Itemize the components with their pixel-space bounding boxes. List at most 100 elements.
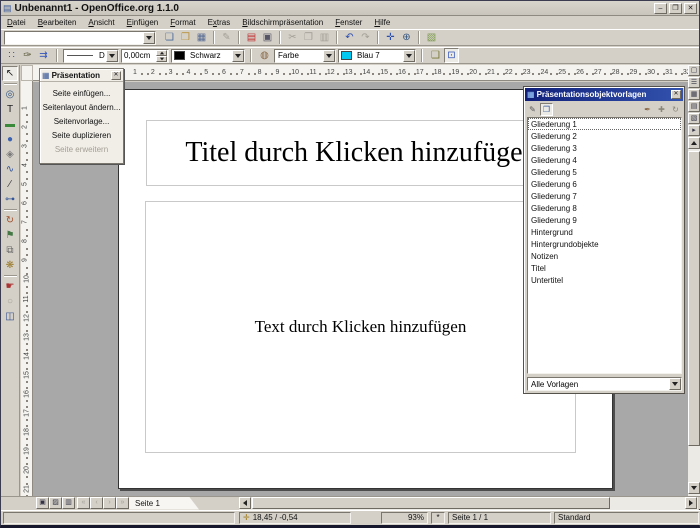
undo-icon[interactable]: ↶	[342, 30, 357, 45]
menu-item[interactable]: Datei	[1, 17, 32, 29]
line-dialog-icon[interactable]: ✑	[20, 48, 35, 63]
status-zoom-field[interactable]: 93%	[381, 512, 428, 524]
menu-item[interactable]: Fenster	[329, 17, 368, 29]
menu-item[interactable]: Bearbeiten	[32, 17, 83, 29]
arrow-heads-icon[interactable]: ⇉	[36, 48, 51, 63]
connector-icon[interactable]: ⊶	[2, 192, 18, 207]
line-style-select[interactable]: D	[63, 49, 119, 63]
fill-color-dropdown-button[interactable]	[403, 50, 415, 62]
style-list-item[interactable]: Gliederung 2	[528, 130, 681, 142]
line-width-stepper[interactable]	[121, 49, 169, 63]
edit-file-icon[interactable]: ✎	[219, 30, 234, 45]
rectangle-icon[interactable]: ▬	[2, 117, 18, 132]
redo-icon[interactable]: ↷	[358, 30, 373, 45]
previous-page-button[interactable]: ‹	[90, 497, 103, 509]
insert-slide-button[interactable]: Seite einfügen...	[40, 86, 123, 100]
styles-title-bar[interactable]: ▦ Präsentationsobjektvorlagen ✕	[525, 88, 683, 101]
cut-icon[interactable]: ✂	[285, 30, 300, 45]
minimize-button[interactable]: –	[654, 3, 667, 14]
spin-down-button[interactable]	[156, 56, 167, 62]
style-list-item[interactable]: Hintergrundobjekte	[528, 238, 681, 250]
update-style-icon[interactable]: ↻	[669, 103, 682, 116]
next-page-button[interactable]: ›	[103, 497, 116, 509]
vertical-ruler[interactable]: 123456789101112131415161718192021	[21, 81, 33, 496]
handout-view-button[interactable]: ▧	[688, 113, 700, 124]
last-page-button[interactable]: »	[116, 497, 129, 509]
fill-format-mode-icon[interactable]: ✒	[641, 103, 654, 116]
menu-item[interactable]: Ansicht	[82, 17, 120, 29]
fill-color-select[interactable]: Blau 7	[338, 49, 416, 63]
style-list-item[interactable]: Gliederung 6	[528, 178, 681, 190]
horizontal-ruler[interactable]: 1234567891011121314151617181920212223242…	[33, 65, 689, 81]
select-icon[interactable]: ↖	[2, 66, 18, 81]
status-style-field[interactable]: Standard	[554, 512, 699, 524]
url-dropdown-button[interactable]	[143, 32, 155, 44]
layer-view-button[interactable]: ▥	[62, 497, 75, 509]
new-document-icon[interactable]: ❏	[162, 30, 177, 45]
fill-type-select[interactable]: Farbe	[274, 49, 336, 63]
style-list-item[interactable]: Gliederung 9	[528, 214, 681, 226]
vertical-scroll-thumb[interactable]	[688, 151, 700, 446]
lines-arrows-icon[interactable]: ∕	[2, 177, 18, 192]
url-combobox[interactable]	[4, 31, 156, 45]
style-list-item[interactable]: Gliederung 3	[528, 142, 681, 154]
menu-item[interactable]: Bildschirmpräsentation	[236, 17, 329, 29]
palette-title-bar[interactable]: ▦ Präsentation ✕	[40, 69, 123, 82]
scroll-up-button[interactable]	[688, 137, 700, 149]
shadow-icon[interactable]: ❑	[428, 48, 443, 63]
presentation-icon[interactable]: ◫	[2, 309, 18, 324]
palette-close-button[interactable]: ✕	[111, 71, 121, 80]
page-view-button[interactable]: ▣	[36, 497, 49, 509]
graphics-styles-icon[interactable]: ✎	[526, 103, 539, 116]
copy-icon[interactable]: ❐	[301, 30, 316, 45]
presentation-box-icon[interactable]: ⊡	[444, 48, 459, 63]
drawing-view-button[interactable]: ▢	[688, 65, 700, 76]
horizontal-scroll-thumb[interactable]	[252, 497, 610, 509]
paste-icon[interactable]: ▥	[317, 30, 332, 45]
alignment-icon[interactable]: ⚑	[2, 228, 18, 243]
gallery-icon[interactable]: ▧	[424, 30, 439, 45]
menu-item[interactable]: Extras	[202, 17, 237, 29]
tab-seite-1[interactable]: Seite 1	[129, 497, 199, 510]
styles-filter-dropdown-button[interactable]	[669, 378, 681, 390]
restore-button[interactable]: ❐	[669, 3, 682, 14]
slide-title-placeholder[interactable]: Titel durch Klicken hinzufügen	[146, 120, 576, 186]
master-view-button[interactable]: ▨	[49, 497, 62, 509]
styles-filter-select[interactable]: Alle Vorlagen	[527, 377, 682, 391]
edit-points-icon[interactable]: ∷	[4, 48, 19, 63]
zoom-icon[interactable]: ◎	[2, 87, 18, 102]
export-pdf-icon[interactable]: ▤	[244, 30, 259, 45]
line-width-input[interactable]	[122, 50, 156, 62]
outline-view-button[interactable]: ☰	[688, 77, 700, 88]
first-page-button[interactable]: «	[77, 497, 90, 509]
start-presentation-button[interactable]: ▸	[688, 125, 700, 136]
rotate-icon[interactable]: ↻	[2, 213, 18, 228]
line-style-dropdown-button[interactable]	[106, 50, 118, 62]
style-list-item[interactable]: Gliederung 4	[528, 154, 681, 166]
style-list-item[interactable]: Gliederung 8	[528, 202, 681, 214]
expand-slide-button[interactable]: Seite erweitern	[40, 142, 123, 156]
menu-item[interactable]: Hilfe	[368, 17, 396, 29]
slide-view-button[interactable]: ▦	[688, 89, 700, 100]
fill-style-icon[interactable]: ◍	[257, 48, 272, 63]
new-style-icon[interactable]: ✚	[655, 103, 668, 116]
vertical-scrollbar[interactable]	[688, 137, 700, 496]
modify-layout-button[interactable]: Seitenlayout ändern...	[40, 100, 123, 114]
3d-objects-icon[interactable]: ◈	[2, 147, 18, 162]
style-list-item[interactable]: Titel	[528, 262, 681, 274]
animation-icon[interactable]: ○	[2, 294, 18, 309]
scroll-right-button[interactable]	[685, 497, 697, 509]
style-list-item[interactable]: Hintergrund	[528, 226, 681, 238]
save-icon[interactable]: ▦	[194, 30, 209, 45]
hyperlink-icon[interactable]: ⊕	[399, 30, 414, 45]
effects-icon[interactable]: ❋	[2, 258, 18, 273]
menu-item[interactable]: Format	[164, 17, 201, 29]
slide-design-button[interactable]: Seitenvorlage...	[40, 114, 123, 128]
arrange-icon[interactable]: ⧉	[2, 243, 18, 258]
menu-item[interactable]: Einfügen	[121, 17, 165, 29]
style-list-item[interactable]: Notizen	[528, 250, 681, 262]
text-icon[interactable]: T	[2, 102, 18, 117]
ellipse-icon[interactable]: ●	[2, 132, 18, 147]
url-input[interactable]	[5, 33, 143, 42]
close-button[interactable]: ✕	[684, 3, 697, 14]
